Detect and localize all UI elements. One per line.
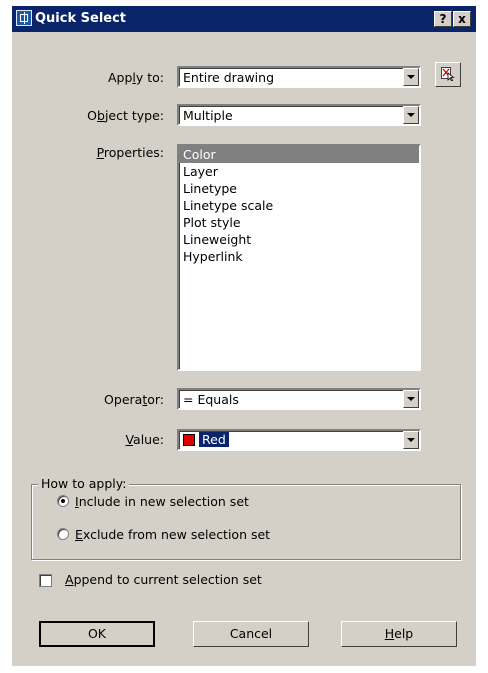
color-swatch	[183, 434, 195, 446]
title-help-button[interactable]: ?	[434, 11, 452, 27]
quick-select-app-icon	[16, 10, 32, 26]
properties-list[interactable]: Color Layer Linetype Linetype scale Plot…	[177, 144, 421, 371]
chevron-down-icon[interactable]	[403, 431, 419, 449]
list-item[interactable]: Linetype scale	[179, 197, 419, 214]
cancel-button[interactable]: Cancel	[193, 621, 309, 647]
list-item[interactable]: Plot style	[179, 214, 419, 231]
ok-button[interactable]: OK	[39, 621, 155, 647]
apply-to-label: Apply to:	[107, 70, 164, 85]
chevron-down-icon[interactable]	[403, 390, 419, 408]
include-label: Include in new selection set	[75, 494, 249, 509]
select-objects-button[interactable]	[435, 62, 461, 87]
append-checkbox[interactable]	[39, 574, 52, 587]
value-dropdown[interactable]: Red	[177, 429, 421, 451]
object-type-value: Multiple	[183, 108, 233, 123]
list-item[interactable]: Layer	[179, 163, 419, 180]
list-item[interactable]: Color	[179, 146, 419, 163]
list-item[interactable]: Linetype	[179, 180, 419, 197]
exclude-label: Exclude from new selection set	[75, 527, 271, 542]
title-bar: Quick Select ? x	[12, 6, 476, 32]
append-label[interactable]: Append to current selection set	[65, 572, 262, 587]
title-close-button[interactable]: x	[453, 11, 471, 27]
apply-to-dropdown[interactable]: Entire drawing	[177, 66, 421, 88]
value-label: Value:	[125, 432, 164, 447]
how-to-apply-title: How to apply:	[38, 476, 130, 491]
properties-label: Properties:	[96, 145, 164, 160]
dialog-title: Quick Select	[35, 11, 127, 26]
operator-label: Operator:	[104, 392, 164, 407]
apply-to-value: Entire drawing	[183, 70, 275, 85]
list-item[interactable]: Hyperlink	[179, 248, 419, 265]
object-type-label: Object type:	[87, 108, 164, 123]
help-button[interactable]: Help	[341, 621, 457, 647]
list-item[interactable]: Lineweight	[179, 231, 419, 248]
exclude-radio[interactable]	[57, 528, 69, 540]
select-objects-icon	[441, 67, 455, 81]
chevron-down-icon[interactable]	[403, 106, 419, 124]
chevron-down-icon[interactable]	[403, 68, 419, 86]
operator-value: = Equals	[183, 392, 239, 407]
operator-dropdown[interactable]: = Equals	[177, 388, 421, 410]
include-radio[interactable]	[57, 495, 69, 507]
value-selected: Red	[199, 432, 229, 447]
object-type-dropdown[interactable]: Multiple	[177, 104, 421, 126]
quick-select-dialog: Quick Select ? x Apply to: Entire drawin…	[12, 6, 476, 666]
